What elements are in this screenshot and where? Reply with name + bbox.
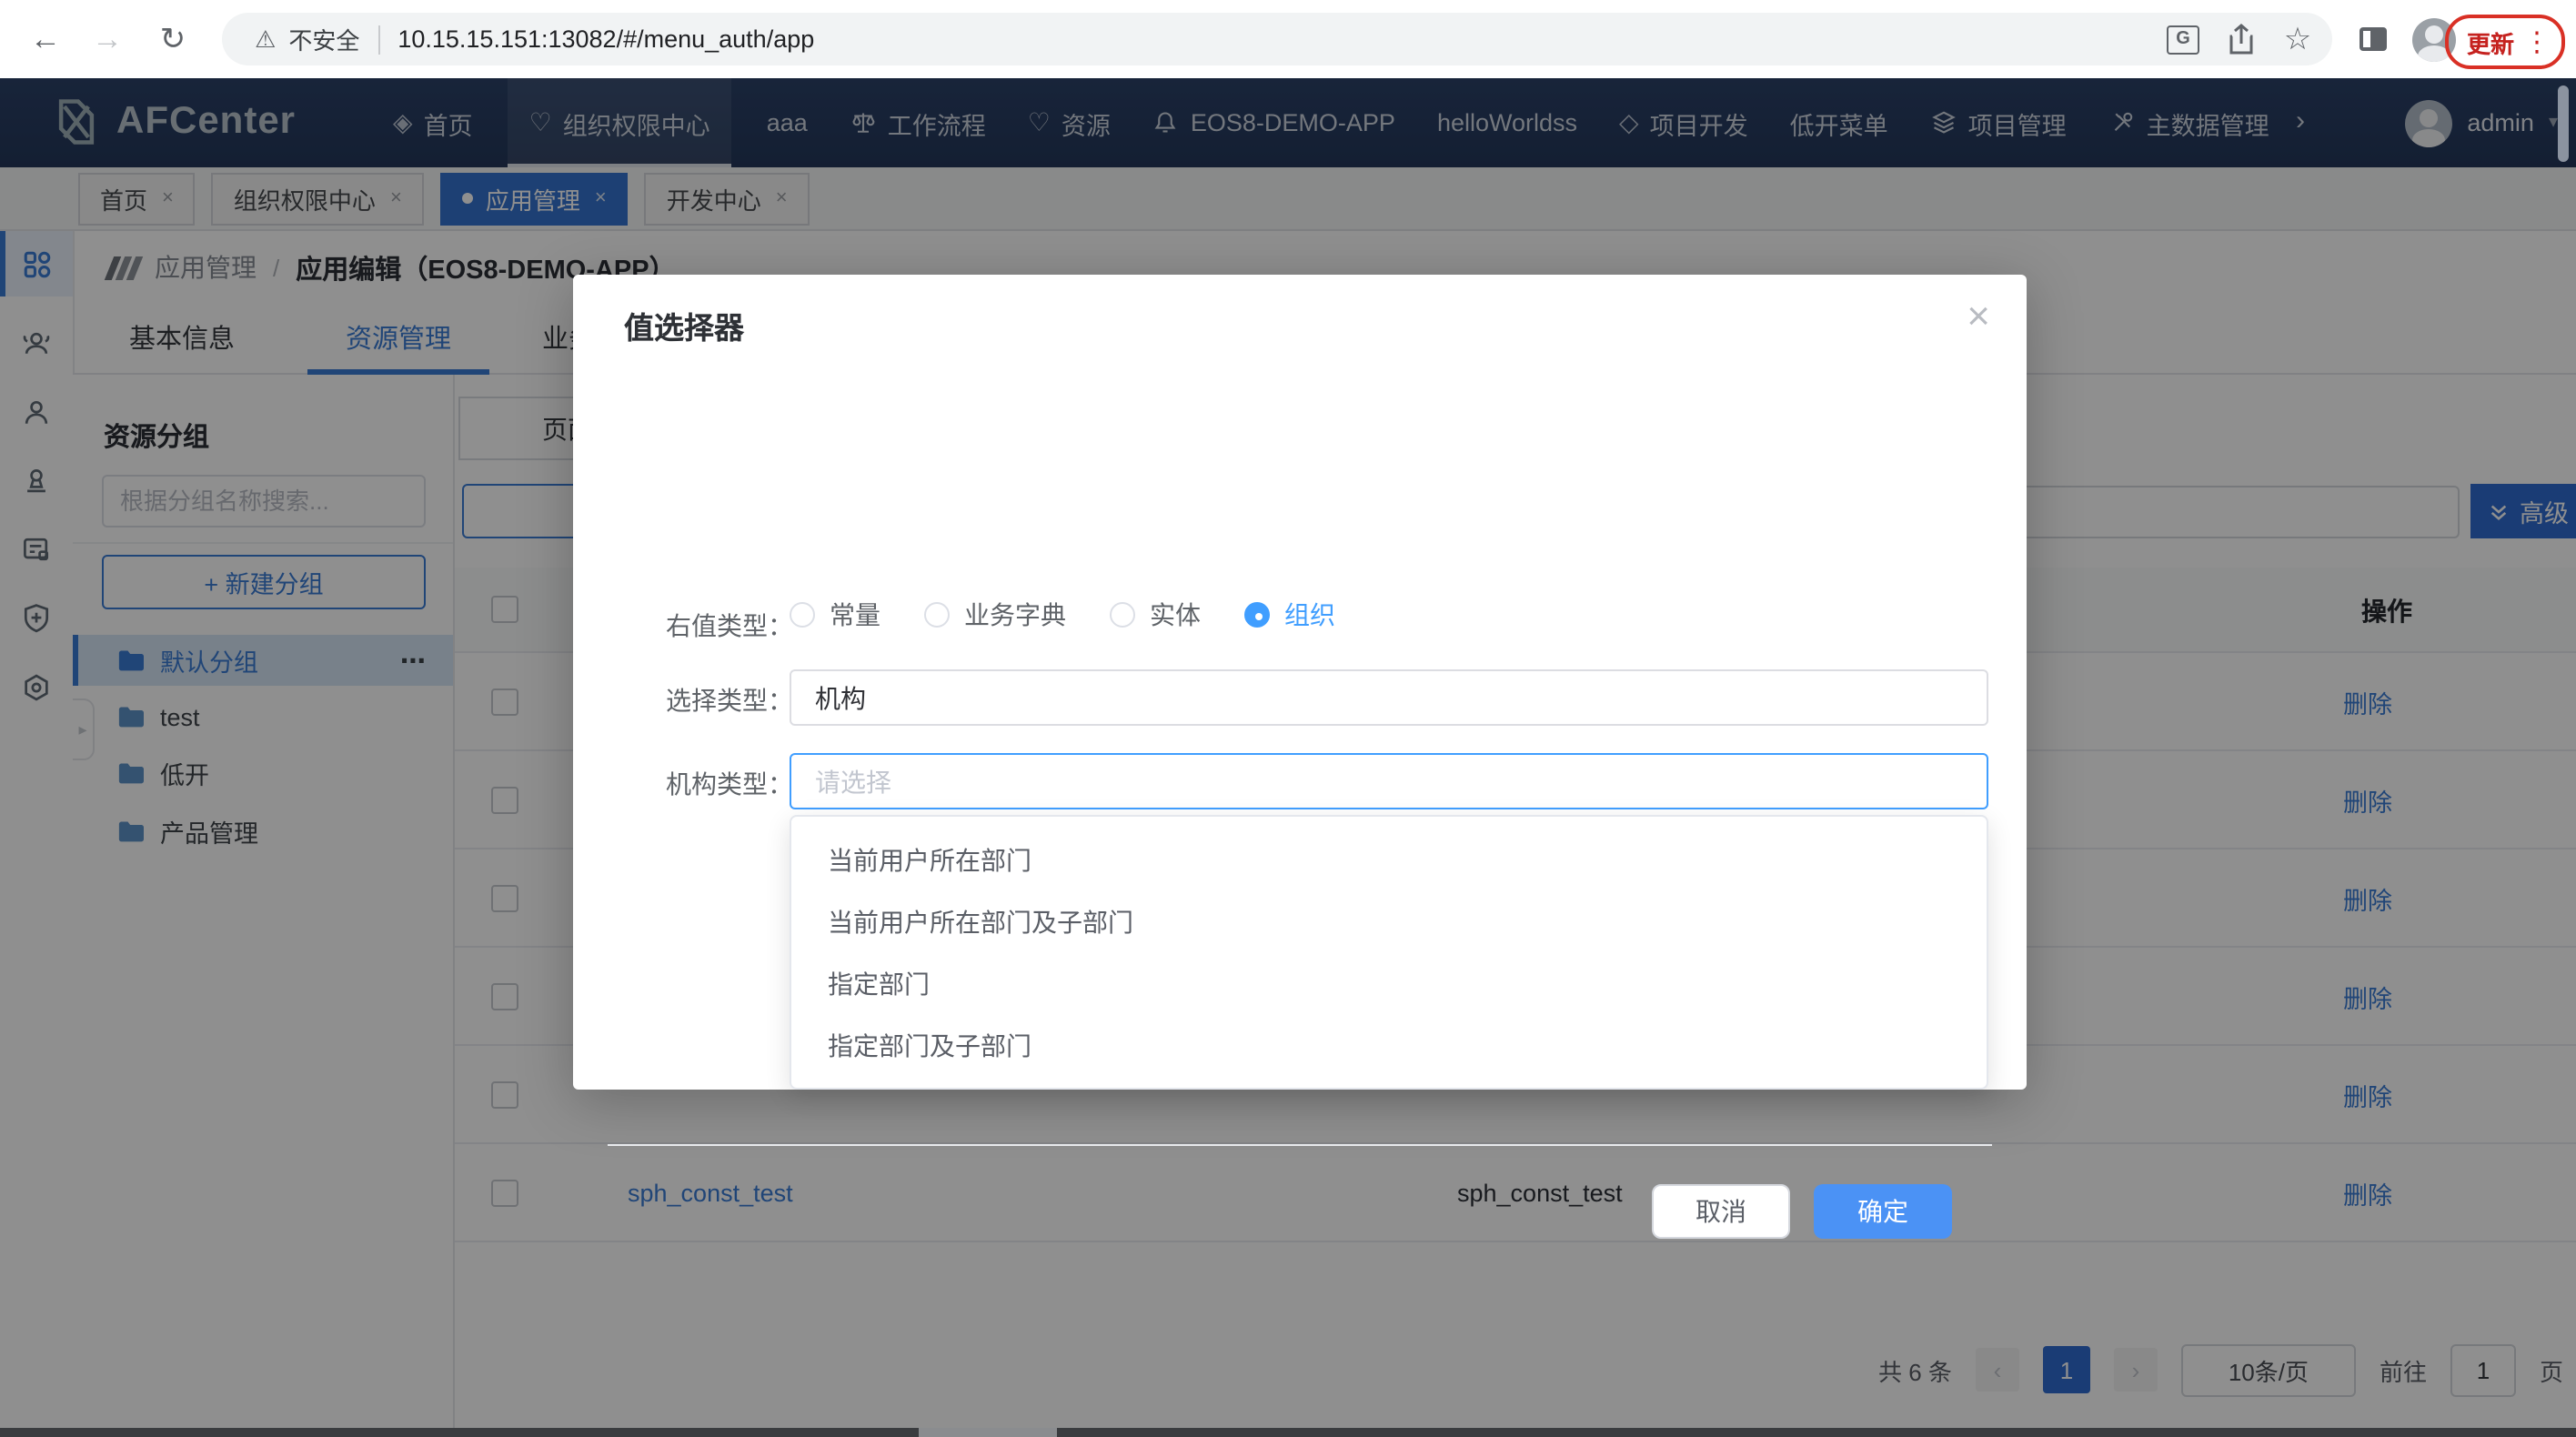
right-value-type-radio-group: 常量 业务字典 实体 组织 bbox=[790, 595, 1335, 635]
org-type-input[interactable] bbox=[790, 753, 1988, 809]
radio-organization[interactable]: 组织 bbox=[1244, 597, 1335, 633]
cancel-button[interactable]: 取消 bbox=[1652, 1184, 1790, 1239]
radio-label: 常量 bbox=[830, 597, 880, 633]
radio-constant[interactable]: 常量 bbox=[790, 597, 880, 633]
bookmark-button[interactable]: ☆ bbox=[2276, 0, 2319, 78]
radio-business-dict[interactable]: 业务字典 bbox=[924, 597, 1066, 633]
select-type-input[interactable] bbox=[790, 669, 1988, 726]
sidebar-toggle-button[interactable] bbox=[2350, 0, 2394, 78]
radio-icon bbox=[924, 602, 950, 628]
update-label: 更新 bbox=[2467, 25, 2514, 59]
reload-icon: ↻ bbox=[160, 21, 186, 57]
page-scrollbar[interactable] bbox=[2558, 85, 2569, 162]
radio-label: 组织 bbox=[1284, 597, 1335, 633]
org-type-dropdown: 当前用户所在部门 当前用户所在部门及子部门 指定部门 指定部门及子部门 bbox=[790, 815, 1988, 1090]
web-page: AFCenter ◈ 首页 ♡ 组织权限中心 aaa 工作流程 bbox=[0, 78, 2576, 1437]
translate-button[interactable]: G bbox=[2161, 0, 2205, 78]
divider bbox=[377, 25, 379, 54]
option-specified-dept[interactable]: 指定部门 bbox=[791, 953, 1987, 1015]
url-text[interactable]: 10.15.15.151:13082/#/menu_auth/app bbox=[397, 25, 814, 53]
browser-menu-icon[interactable]: ⋮ bbox=[2523, 25, 2551, 58]
browser-update-button[interactable]: 更新 ⋮ bbox=[2445, 15, 2565, 69]
dialog-close-button[interactable]: × bbox=[1967, 293, 1990, 340]
select-type-label: 选择类型： bbox=[593, 682, 793, 718]
share-icon bbox=[2229, 24, 2254, 55]
radio-label: 实体 bbox=[1150, 597, 1201, 633]
star-icon: ☆ bbox=[2284, 21, 2312, 57]
value-selector-dialog: 值选择器 × 右值类型： 常量 业务字典 实体 组织 bbox=[573, 275, 2027, 1090]
option-specified-dept-and-sub[interactable]: 指定部门及子部门 bbox=[791, 1015, 1987, 1077]
sidebar-icon bbox=[2359, 27, 2386, 51]
browser-forward-button[interactable]: → bbox=[84, 0, 131, 78]
option-current-user-dept-and-sub[interactable]: 当前用户所在部门及子部门 bbox=[791, 891, 1987, 953]
radio-icon bbox=[790, 602, 815, 628]
right-value-type-label: 右值类型： bbox=[593, 608, 793, 644]
forward-icon: → bbox=[92, 21, 123, 57]
warning-icon: ⚠ bbox=[255, 25, 276, 54]
back-icon: ← bbox=[30, 21, 61, 57]
security-label[interactable]: 不安全 bbox=[288, 22, 359, 56]
org-type-label: 机构类型： bbox=[593, 766, 793, 802]
application-window: ← → ↻ ⚠ 不安全 10.15.15.151:13082/#/menu_au… bbox=[0, 0, 2576, 1437]
confirm-button[interactable]: 确定 bbox=[1814, 1184, 1952, 1239]
option-current-user-dept[interactable]: 当前用户所在部门 bbox=[791, 829, 1987, 891]
radio-entity[interactable]: 实体 bbox=[1110, 597, 1201, 633]
radio-icon-selected bbox=[1244, 602, 1270, 628]
share-button[interactable] bbox=[2219, 0, 2263, 78]
radio-label: 业务字典 bbox=[964, 597, 1066, 633]
browser-reload-button[interactable]: ↻ bbox=[149, 0, 196, 78]
browser-back-button[interactable]: ← bbox=[22, 0, 69, 78]
radio-icon bbox=[1110, 602, 1135, 628]
translate-icon: G bbox=[2167, 25, 2199, 54]
dialog-title: 值选择器 bbox=[624, 304, 744, 347]
scrollbar-thumb[interactable] bbox=[919, 1428, 1057, 1437]
dialog-footer-divider bbox=[608, 1144, 1992, 1146]
browser-toolbar: ← → ↻ ⚠ 不安全 10.15.15.151:13082/#/menu_au… bbox=[0, 0, 2576, 80]
window-bottom-scrollbar[interactable] bbox=[0, 1428, 2576, 1437]
address-bar[interactable]: ⚠ 不安全 10.15.15.151:13082/#/menu_auth/app bbox=[222, 13, 2332, 65]
